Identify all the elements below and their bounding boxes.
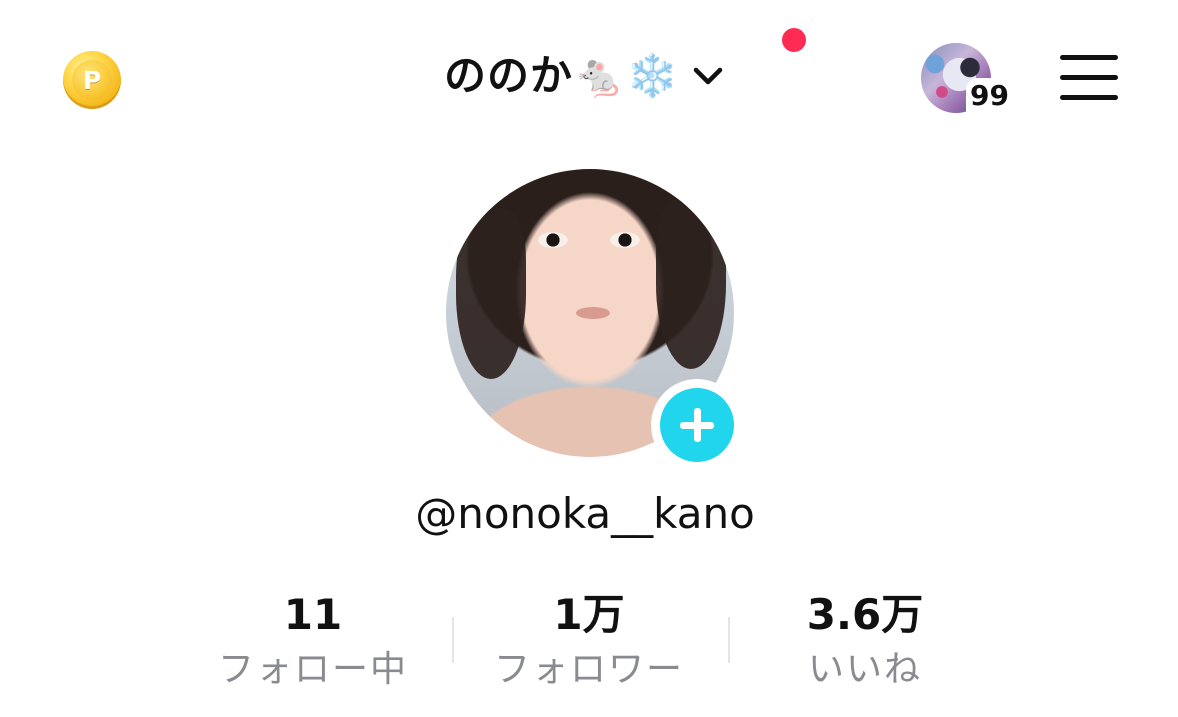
stat-divider (728, 617, 730, 663)
avatar-eye-left (538, 232, 568, 248)
profile-page: P ののか🐁❄️ 99 @nonoka__kano 11 フォロー中 1万 フォ… (0, 0, 1178, 717)
hamburger-menu-icon[interactable] (1060, 55, 1118, 101)
avatar-lips (576, 307, 610, 319)
stat-followers[interactable]: 1万 フォロワー (459, 586, 719, 696)
profile-stats: 11 フォロー中 1万 フォロワー 3.6万 いいね (0, 586, 1178, 696)
stat-following-label: フォロー中 (217, 649, 408, 690)
chevron-down-icon (690, 58, 726, 94)
coin-icon[interactable]: P (63, 51, 121, 109)
account-name: ののか🐁❄️ (444, 51, 680, 100)
account-switcher[interactable]: ののか🐁❄️ (444, 44, 726, 108)
avatar-eye-right (610, 232, 640, 248)
stat-followers-value: 1万 (553, 590, 625, 639)
notification-dot (782, 28, 806, 52)
add-story-button[interactable] (651, 379, 743, 471)
stat-following[interactable]: 11 フォロー中 (183, 586, 443, 696)
avatar-hair-right (656, 199, 726, 369)
avatar-hair-left (456, 209, 526, 379)
story-count-badge: 99 (966, 78, 1018, 114)
stat-divider (452, 617, 454, 663)
coin-face: P (72, 60, 112, 100)
coin-letter: P (82, 65, 102, 95)
stat-following-value: 11 (283, 590, 343, 639)
plus-icon (660, 388, 734, 462)
username: @nonoka__kano (415, 489, 755, 538)
stat-followers-label: フォロワー (493, 649, 684, 690)
stat-likes[interactable]: 3.6万 いいね (735, 586, 995, 696)
stat-likes-value: 3.6万 (806, 590, 924, 639)
stat-likes-label: いいね (807, 649, 922, 690)
